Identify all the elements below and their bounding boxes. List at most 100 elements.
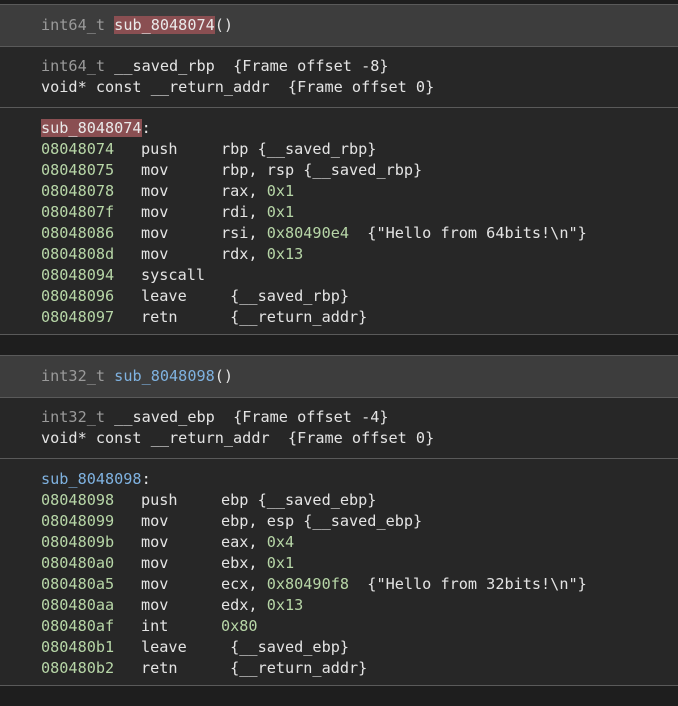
instruction-row[interactable]: 0804808d mov rdx, 0x13 [41, 244, 678, 265]
address[interactable]: 08048086 [41, 223, 141, 244]
address[interactable]: 080480af [41, 616, 141, 637]
mnemonic: mov [141, 182, 169, 200]
address[interactable]: 0804809b [41, 532, 141, 553]
var-type: void* const [41, 78, 142, 96]
instruction-row[interactable]: 0804807f mov rdi, 0x1 [41, 202, 678, 223]
stack-vars: int32_t __saved_ebp {Frame offset -4} vo… [0, 398, 678, 459]
var-name[interactable]: __saved_rbp [114, 57, 215, 75]
operands[interactable]: rsi, 0x80490e4 {"Hello from 64bits!\n"} [221, 224, 587, 242]
instruction-row[interactable]: 080480a0 mov ebx, 0x1 [41, 553, 678, 574]
return-type: int32_t [41, 367, 106, 385]
stack-var-row[interactable]: int64_t __saved_rbp {Frame offset -8} [41, 56, 678, 77]
mnemonic: mov [141, 512, 169, 530]
address[interactable]: 08048078 [41, 181, 141, 202]
function-block-1: int64_t sub_8048074() int64_t __saved_rb… [0, 4, 678, 335]
label-name[interactable]: sub_8048098 [41, 470, 142, 488]
return-type: int64_t [41, 16, 106, 34]
instruction-row[interactable]: 08048099 mov ebp, esp {__saved_ebp} [41, 511, 678, 532]
function-block-2: int32_t sub_8048098() int32_t __saved_eb… [0, 355, 678, 686]
instruction-row[interactable]: 08048096 leave {__saved_rbp} [41, 286, 678, 307]
mnemonic: leave [141, 287, 187, 305]
address[interactable]: 08048099 [41, 511, 141, 532]
mnemonic: mov [141, 224, 169, 242]
var-type: int32_t [41, 408, 106, 426]
disassembly: sub_8048074: 08048074 push rbp {__saved_rb… [0, 108, 678, 335]
stack-var-row[interactable]: void* const __return_addr {Frame offset … [41, 77, 678, 98]
code-label[interactable]: sub_8048098: [41, 469, 678, 490]
operands[interactable]: ebx, 0x1 [221, 554, 294, 572]
operands[interactable]: {__saved_rbp} [221, 287, 349, 305]
instruction-row[interactable]: 08048086 mov rsi, 0x80490e4 {"Hello from 6… [41, 223, 678, 244]
function-parens: () [214, 367, 234, 385]
address[interactable]: 08048075 [41, 160, 141, 181]
mnemonic: retn [141, 308, 178, 326]
var-info: {Frame offset 0} [287, 78, 435, 96]
address[interactable]: 08048094 [41, 265, 141, 286]
mnemonic: syscall [141, 266, 206, 284]
stack-vars: int64_t __saved_rbp {Frame offset -8} vo… [0, 47, 678, 108]
function-header: int64_t sub_8048074() [0, 4, 678, 47]
address[interactable]: 08048097 [41, 307, 141, 328]
function-name-link[interactable]: sub_8048098 [114, 367, 215, 385]
label-name[interactable]: sub_8048074 [41, 119, 142, 137]
instruction-row[interactable]: 080480aa mov edx, 0x13 [41, 595, 678, 616]
var-name[interactable]: __return_addr [151, 78, 270, 96]
operands[interactable]: rdi, 0x1 [221, 203, 294, 221]
instruction-row[interactable]: 08048074 push rbp {__saved_rbp} [41, 139, 678, 160]
var-name[interactable]: __saved_ebp [114, 408, 215, 426]
address[interactable]: 08048098 [41, 490, 141, 511]
mnemonic: mov [141, 161, 169, 179]
address[interactable]: 080480a0 [41, 553, 141, 574]
mnemonic: push [141, 140, 178, 158]
address[interactable]: 0804807f [41, 202, 141, 223]
mnemonic: mov [141, 575, 169, 593]
var-info: {Frame offset -8} [233, 57, 389, 75]
mnemonic: mov [141, 245, 169, 263]
function-parens: () [214, 16, 234, 34]
mnemonic: mov [141, 596, 169, 614]
operands[interactable]: {__saved_ebp} [221, 638, 349, 656]
instruction-row[interactable]: 08048098 push ebp {__saved_ebp} [41, 490, 678, 511]
var-name[interactable]: __return_addr [151, 429, 270, 447]
address[interactable]: 08048074 [41, 139, 141, 160]
stack-var-row[interactable]: int32_t __saved_ebp {Frame offset -4} [41, 407, 678, 428]
mnemonic: mov [141, 203, 169, 221]
address[interactable]: 080480a5 [41, 574, 141, 595]
var-info: {Frame offset 0} [287, 429, 435, 447]
instruction-row[interactable]: 08048075 mov rbp, rsp {__saved_rbp} [41, 160, 678, 181]
mnemonic: push [141, 491, 178, 509]
instruction-row[interactable]: 08048097 retn {__return_addr} [41, 307, 678, 328]
operands[interactable]: rax, 0x1 [221, 182, 294, 200]
mnemonic: int [141, 617, 169, 635]
function-name-link[interactable]: sub_8048074 [114, 16, 215, 34]
instruction-row[interactable]: 080480af int 0x80 [41, 616, 678, 637]
instruction-row[interactable]: 080480a5 mov ecx, 0x80490f8 {"Hello from 3… [41, 574, 678, 595]
operands[interactable]: rdx, 0x13 [221, 245, 303, 263]
operands[interactable]: {__return_addr} [221, 659, 367, 677]
operands[interactable]: edx, 0x13 [221, 596, 303, 614]
mnemonic: mov [141, 533, 169, 551]
code-label[interactable]: sub_8048074: [41, 118, 678, 139]
stack-var-row[interactable]: void* const __return_addr {Frame offset … [41, 428, 678, 449]
operands[interactable]: ebp {__saved_ebp} [221, 491, 376, 509]
address[interactable]: 080480b2 [41, 658, 141, 679]
address[interactable]: 080480b1 [41, 637, 141, 658]
var-type: int64_t [41, 57, 106, 75]
instruction-row[interactable]: 0804809b mov eax, 0x4 [41, 532, 678, 553]
address[interactable]: 08048096 [41, 286, 141, 307]
operands[interactable]: rbp, rsp {__saved_rbp} [221, 161, 422, 179]
operands[interactable]: {__return_addr} [221, 308, 367, 326]
operands[interactable]: 0x80 [221, 617, 258, 635]
function-header: int32_t sub_8048098() [0, 355, 678, 398]
address[interactable]: 0804808d [41, 244, 141, 265]
operands[interactable]: rbp {__saved_rbp} [221, 140, 376, 158]
operands[interactable]: eax, 0x4 [221, 533, 294, 551]
instruction-row[interactable]: 080480b1 leave {__saved_ebp} [41, 637, 678, 658]
instruction-row[interactable]: 08048094 syscall [41, 265, 678, 286]
operands[interactable]: ebp, esp {__saved_ebp} [221, 512, 422, 530]
disassembly: sub_8048098: 08048098 push ebp {__saved_eb… [0, 459, 678, 686]
operands[interactable]: ecx, 0x80490f8 {"Hello from 32bits!\n"} [221, 575, 587, 593]
instruction-row[interactable]: 080480b2 retn {__return_addr} [41, 658, 678, 679]
instruction-row[interactable]: 08048078 mov rax, 0x1 [41, 181, 678, 202]
address[interactable]: 080480aa [41, 595, 141, 616]
